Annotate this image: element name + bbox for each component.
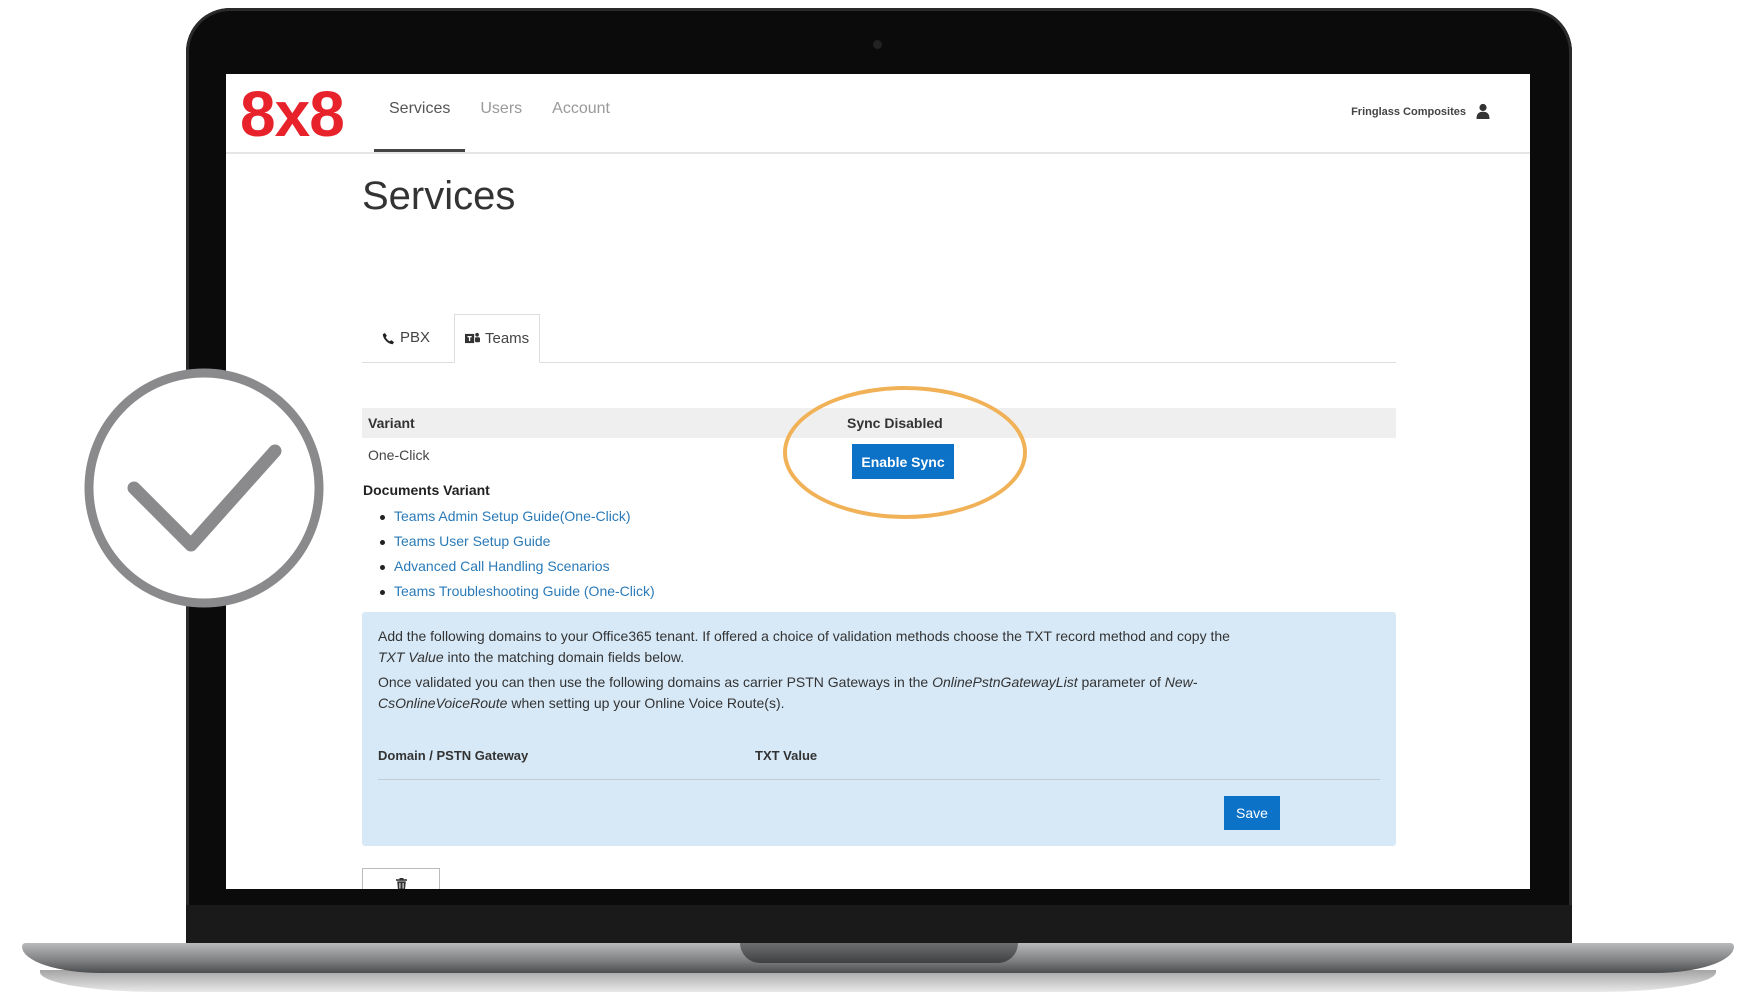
doc-link-troubleshooting-guide[interactable]: Teams Troubleshooting Guide (One-Click): [380, 580, 655, 605]
highlight-ring: [783, 386, 1027, 519]
laptop-notch: [740, 943, 1018, 963]
documents-title: Documents Variant: [363, 482, 490, 498]
laptop-base-shadow: [40, 970, 1716, 992]
phone-icon: [382, 332, 395, 344]
info-text: when setting up your Online Voice Route(…: [507, 695, 785, 711]
page-title: Services: [362, 174, 516, 218]
tab-teams[interactable]: Teams: [454, 314, 541, 363]
nav-item-account[interactable]: Account: [537, 74, 625, 152]
variant-label: Variant: [368, 415, 415, 431]
top-navigation-bar: 8x8 Services Users Account Fringlass Com…: [226, 74, 1530, 154]
checkmark-icon: [84, 368, 324, 608]
info-paragraph-1: Add the following domains to your Office…: [378, 626, 1238, 668]
teams-icon: [465, 332, 480, 344]
column-header-txt-value: TXT Value: [755, 748, 818, 763]
info-text: Add the following domains to your Office…: [378, 628, 1230, 644]
doc-link-call-handling-scenarios[interactable]: Advanced Call Handling Scenarios: [380, 555, 655, 580]
documents-list: Teams Admin Setup Guide(One-Click) Teams…: [380, 505, 655, 605]
save-button[interactable]: Save: [1224, 796, 1280, 830]
nav-item-services[interactable]: Services: [374, 74, 466, 152]
column-header-domain: Domain / PSTN Gateway: [378, 748, 529, 763]
service-tabs: PBX Teams: [362, 314, 1396, 363]
table-divider: [378, 779, 1380, 780]
tab-teams-label: Teams: [485, 329, 530, 347]
variant-value: One-Click: [368, 447, 430, 463]
tab-pbx[interactable]: PBX: [372, 314, 440, 362]
info-emphasis: TXT Value: [378, 649, 444, 665]
laptop-bezel-bottom: [186, 905, 1572, 943]
info-paragraph-2: Once validated you can then use the foll…: [378, 672, 1238, 714]
doc-link-user-setup-guide[interactable]: Teams User Setup Guide: [380, 530, 655, 555]
company-name[interactable]: Fringlass Composites: [1351, 106, 1466, 118]
info-text: parameter of: [1077, 674, 1165, 690]
app-screen: 8x8 Services Users Account Fringlass Com…: [226, 74, 1530, 889]
brand-logo[interactable]: 8x8: [240, 82, 345, 146]
nav-item-users[interactable]: Users: [465, 74, 537, 152]
domain-info-panel: Add the following domains to your Office…: [362, 612, 1396, 846]
trash-icon: [395, 877, 407, 889]
info-emphasis: OnlinePstnGatewayList: [932, 674, 1078, 690]
doc-link-admin-setup-guide[interactable]: Teams Admin Setup Guide(One-Click): [380, 505, 655, 530]
info-text: Once validated you can then use the foll…: [378, 674, 933, 690]
main-nav: Services Users Account: [374, 74, 625, 152]
tab-pbx-label: PBX: [400, 329, 431, 346]
user-icon[interactable]: [1476, 103, 1490, 119]
info-text: into the matching domain fields below.: [443, 649, 685, 665]
laptop-camera: [873, 40, 882, 49]
delete-button[interactable]: [362, 868, 440, 889]
